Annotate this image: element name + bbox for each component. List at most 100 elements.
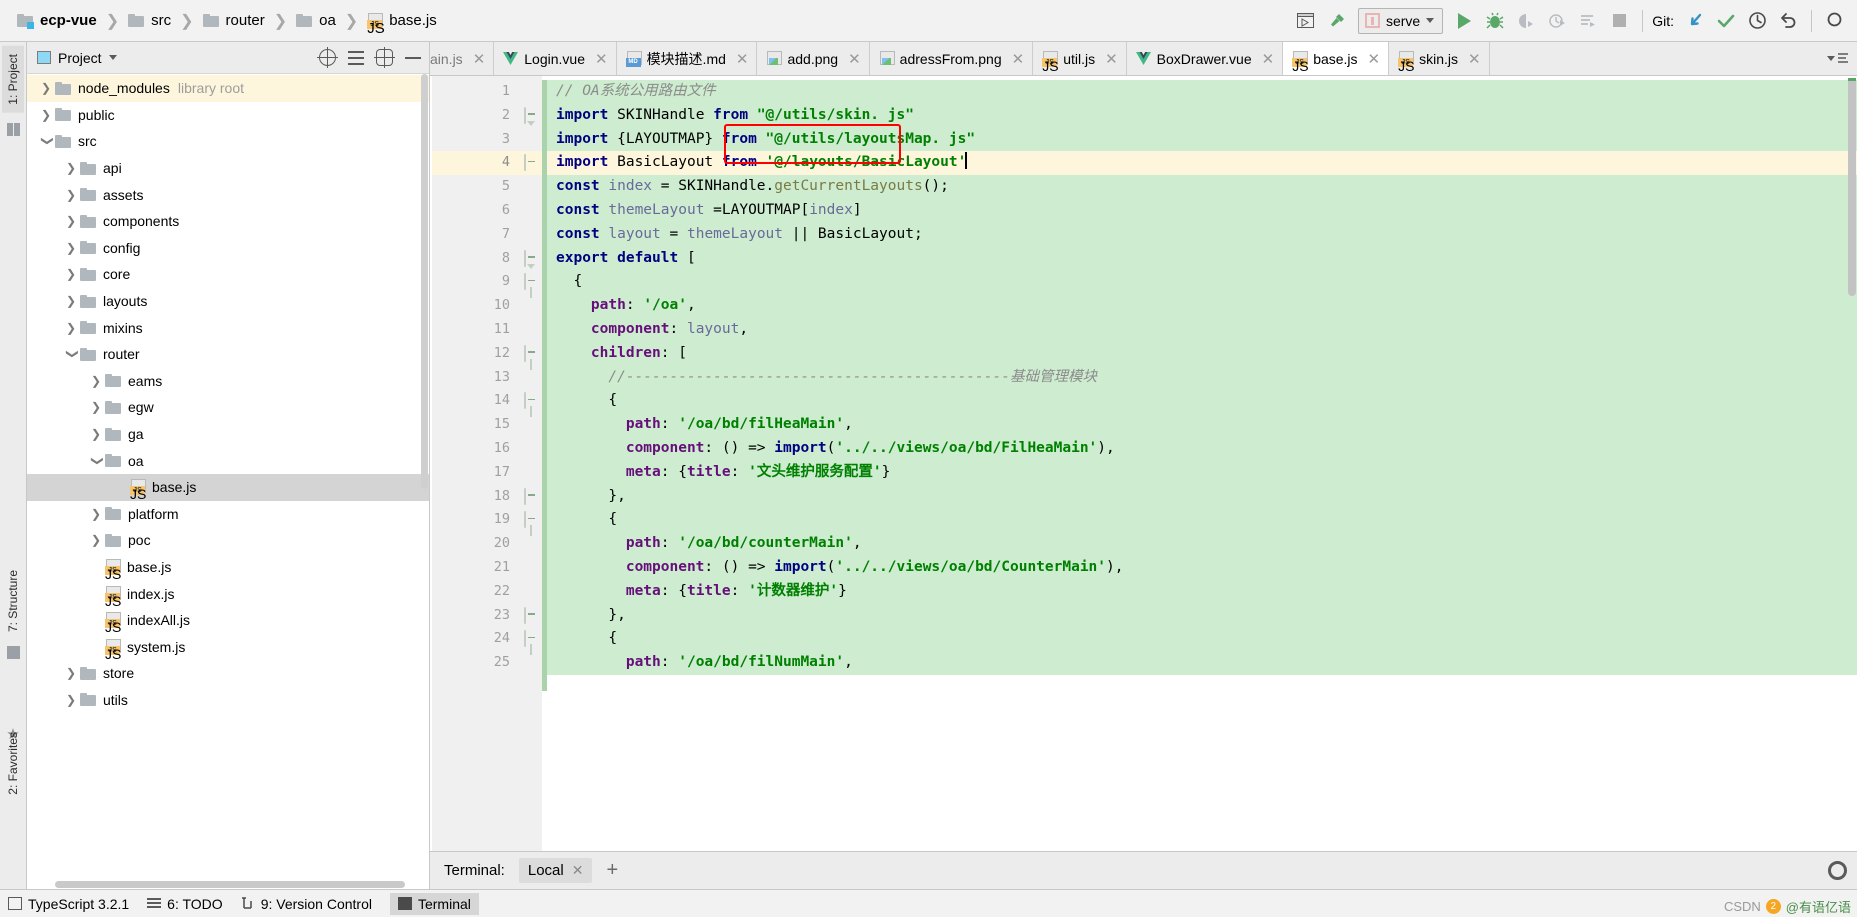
chevron-right-icon[interactable]: ❯ (37, 109, 55, 121)
editor-scrollbar[interactable] (1847, 76, 1857, 851)
chevron-right-icon[interactable]: ❯ (62, 667, 80, 679)
tree-node-utils[interactable]: ❯ utils (27, 687, 429, 714)
chevron-right-icon[interactable]: ❯ (62, 295, 80, 307)
code-line[interactable]: { (547, 270, 1857, 295)
tree-node-mixins[interactable]: ❯ mixins (27, 314, 429, 341)
debug-button[interactable] (1481, 8, 1509, 34)
chevron-right-icon[interactable]: ❯ (62, 242, 80, 254)
tree-node-egw[interactable]: ❯ egw (27, 394, 429, 421)
chevron-right-icon[interactable]: ❯ (62, 162, 80, 174)
code-line[interactable]: path: '/oa', (547, 294, 1857, 318)
chevron-down-icon[interactable] (108, 55, 117, 60)
code-line[interactable]: import SKINHandle from "@/utils/skin. js… (547, 103, 1857, 128)
editor-tab-login-vue[interactable]: Login.vue ✕ (494, 42, 617, 75)
tree-node-public[interactable]: ❯ public (27, 102, 429, 129)
fold-marker-icon[interactable] (524, 249, 537, 269)
close-icon[interactable]: ✕ (1262, 50, 1275, 68)
tree-node-layouts[interactable]: ❯ layouts (27, 288, 429, 315)
breadcrumb-item-project[interactable]: ecp-vue (14, 10, 100, 31)
close-icon[interactable]: ✕ (595, 50, 608, 68)
tree-node-base-js[interactable]: JS base.js (27, 554, 429, 581)
editor-tab-base-js[interactable]: JSbase.js ✕ (1283, 42, 1390, 75)
code-line[interactable]: component: layout, (547, 317, 1857, 342)
run-with-coverage-button[interactable] (1512, 8, 1540, 34)
tree-node-store[interactable]: ❯ store (27, 660, 429, 687)
run-button[interactable] (1450, 8, 1478, 34)
code-line[interactable]: // OA系统公用路由文件 (547, 80, 1857, 104)
chevron-down-icon[interactable]: ❮ (87, 455, 105, 467)
tree-node-ga[interactable]: ❯ ga (27, 421, 429, 448)
tree-node-poc[interactable]: ❯ poc (27, 527, 429, 554)
fold-marker-icon[interactable] (524, 511, 537, 537)
fold-row[interactable] (520, 104, 542, 128)
breadcrumb-item-router[interactable]: router (200, 10, 268, 31)
fold-row[interactable] (520, 247, 542, 271)
code-editor[interactable]: 1 2 3 4 5 6 7 8 9 10 11 12 13 14 15 16 17 18 19 20 21 22 23 24 2… (430, 76, 1857, 851)
code-line[interactable]: const index = SKINHandle.getCurrentLayou… (547, 175, 1857, 199)
chevron-down-icon[interactable]: ❮ (37, 135, 55, 147)
fold-row[interactable] (520, 128, 542, 152)
fold-row[interactable] (520, 199, 542, 223)
fold-row[interactable] (520, 389, 542, 418)
code-line[interactable]: meta: {title: '文头维护服务配置'} (547, 460, 1857, 485)
fold-row[interactable] (520, 223, 542, 247)
close-icon[interactable]: ✕ (1105, 50, 1118, 68)
close-icon[interactable]: ✕ (1468, 50, 1481, 68)
editor-tab-boxdrawer-vue[interactable]: BoxDrawer.vue ✕ (1126, 42, 1284, 75)
status-item-version-control[interactable]: 9: Version Control (241, 896, 372, 912)
tree-node-node-modules[interactable]: ❯ node_modules library root (27, 75, 429, 102)
tool-window-tab-project[interactable]: 1: Project (2, 46, 24, 113)
git-commit-icon[interactable] (1712, 8, 1740, 34)
breadcrumb-item-oa[interactable]: oa (293, 10, 339, 31)
code-line[interactable]: }, (547, 603, 1857, 628)
tree-node-oa[interactable]: ❮ oa (27, 447, 429, 474)
code-line[interactable]: export default [ (547, 246, 1857, 271)
editor-tabs-overflow[interactable] (1821, 42, 1857, 75)
code-line[interactable]: { (547, 508, 1857, 533)
project-tree-hscrollbar[interactable] (55, 879, 429, 889)
chevron-right-icon[interactable]: ❯ (62, 268, 80, 280)
search-everywhere-icon[interactable] (1821, 8, 1849, 34)
tree-node-components[interactable]: ❯ components (27, 208, 429, 235)
close-icon[interactable]: ✕ (473, 50, 486, 68)
tree-node-indexall-js[interactable]: JS indexAll.js (27, 607, 429, 634)
tree-node-system-js[interactable]: JS system.js (27, 633, 429, 660)
gear-icon[interactable] (374, 47, 395, 68)
editor-tab-util-js[interactable]: JSutil.js ✕ (1033, 42, 1127, 75)
fold-marker-icon[interactable] (524, 154, 537, 172)
fold-marker-icon[interactable] (524, 106, 537, 126)
chevron-right-icon[interactable]: ❯ (62, 322, 80, 334)
hide-icon[interactable] (405, 56, 421, 59)
git-update-project-icon[interactable] (1681, 8, 1709, 34)
code-text-area[interactable]: // OA系统公用路由文件 import SKINHandle from "@/u… (547, 76, 1857, 851)
tree-node-src[interactable]: ❮ src (27, 128, 429, 155)
project-tree-scrollbar[interactable] (420, 74, 429, 889)
chevron-right-icon[interactable]: ❯ (62, 215, 80, 227)
stop-button[interactable] (1605, 8, 1633, 34)
fold-row[interactable] (520, 437, 542, 461)
run-dashboard-button[interactable] (1574, 8, 1602, 34)
fold-marker-icon[interactable] (524, 487, 537, 505)
select-opened-file-icon[interactable] (1292, 8, 1320, 34)
fold-row[interactable] (520, 651, 542, 675)
code-line[interactable]: import BasicLayout from '@/layouts/Basic… (547, 151, 1857, 176)
breadcrumb-item-src[interactable]: src (125, 10, 174, 31)
close-icon[interactable]: ✕ (1368, 50, 1381, 68)
code-line[interactable]: meta: {title: '计数器维护'} (547, 579, 1857, 604)
code-folding-gutter[interactable] (520, 76, 542, 851)
fold-row[interactable] (520, 461, 542, 485)
tree-node-base-js[interactable]: JS base.js (27, 473, 429, 501)
scroll-from-source-icon[interactable] (317, 47, 338, 68)
git-rollback-icon[interactable] (1774, 8, 1802, 34)
fold-row[interactable] (520, 151, 542, 176)
fold-row[interactable] (520, 80, 542, 104)
code-line[interactable]: //--------------------------------------… (547, 365, 1857, 390)
profile-button[interactable] (1543, 8, 1571, 34)
tree-node-platform[interactable]: ❯ platform (27, 501, 429, 528)
code-line[interactable]: { (547, 627, 1857, 652)
close-icon[interactable]: ✕ (572, 862, 584, 879)
close-icon[interactable]: ✕ (1012, 50, 1025, 68)
chevron-right-icon[interactable]: ❯ (62, 694, 80, 706)
code-line[interactable]: component: () => import('../../views/oa/… (547, 555, 1857, 580)
fold-row[interactable] (520, 318, 542, 342)
